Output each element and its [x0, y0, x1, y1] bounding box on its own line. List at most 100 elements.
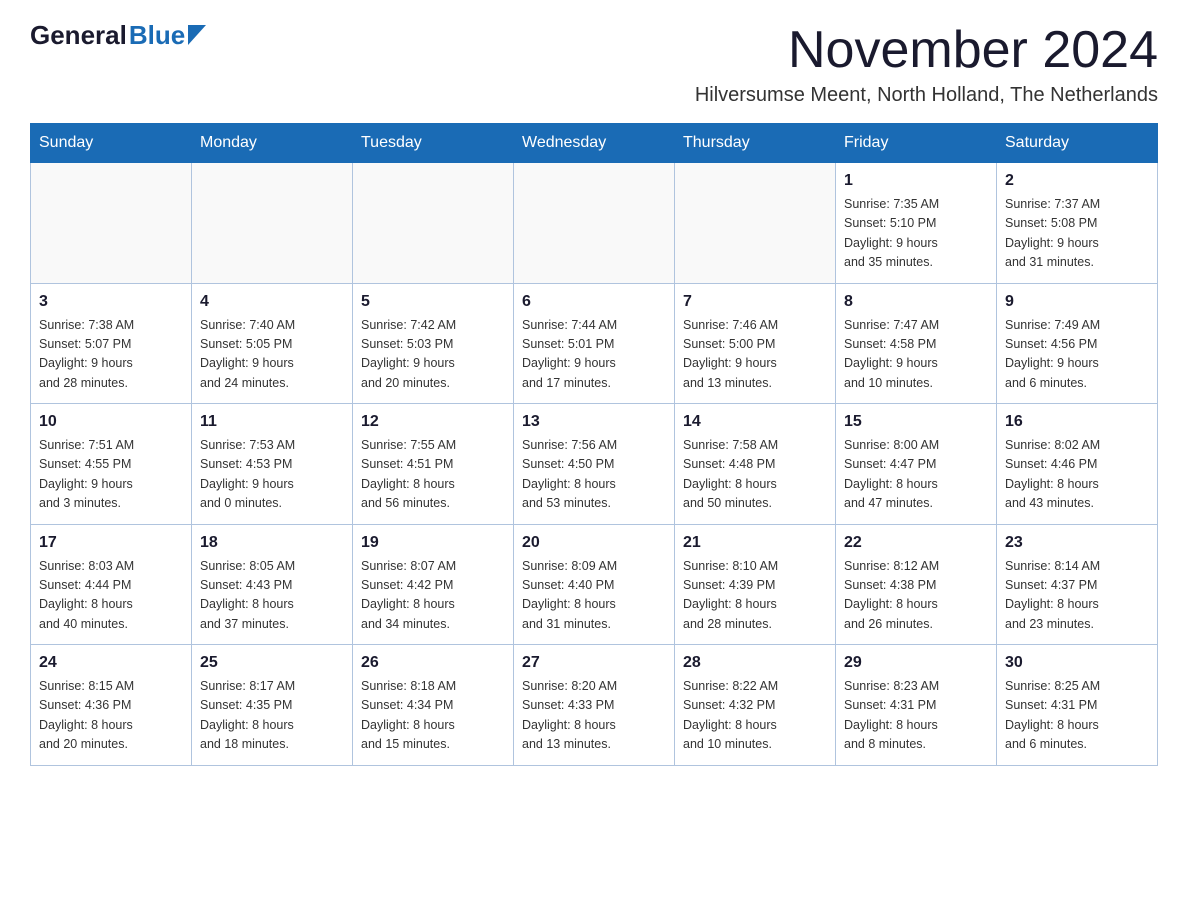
day-number: 14 [683, 410, 827, 434]
day-info: Sunrise: 7:40 AM Sunset: 5:05 PM Dayligh… [200, 316, 344, 394]
day-info: Sunrise: 8:17 AM Sunset: 4:35 PM Dayligh… [200, 677, 344, 755]
day-number: 15 [844, 410, 988, 434]
day-number: 24 [39, 651, 183, 675]
day-cell: 3Sunrise: 7:38 AM Sunset: 5:07 PM Daylig… [31, 283, 192, 404]
day-number: 29 [844, 651, 988, 675]
day-cell: 20Sunrise: 8:09 AM Sunset: 4:40 PM Dayli… [514, 524, 675, 645]
day-info: Sunrise: 8:10 AM Sunset: 4:39 PM Dayligh… [683, 557, 827, 635]
day-number: 7 [683, 290, 827, 314]
day-cell: 28Sunrise: 8:22 AM Sunset: 4:32 PM Dayli… [675, 645, 836, 766]
day-cell: 27Sunrise: 8:20 AM Sunset: 4:33 PM Dayli… [514, 645, 675, 766]
day-cell: 18Sunrise: 8:05 AM Sunset: 4:43 PM Dayli… [192, 524, 353, 645]
day-cell [514, 163, 675, 284]
week-row-4: 17Sunrise: 8:03 AM Sunset: 4:44 PM Dayli… [31, 524, 1158, 645]
weekday-header-wednesday: Wednesday [514, 124, 675, 163]
day-number: 9 [1005, 290, 1149, 314]
day-info: Sunrise: 8:14 AM Sunset: 4:37 PM Dayligh… [1005, 557, 1149, 635]
day-cell: 4Sunrise: 7:40 AM Sunset: 5:05 PM Daylig… [192, 283, 353, 404]
day-cell: 14Sunrise: 7:58 AM Sunset: 4:48 PM Dayli… [675, 404, 836, 525]
day-number: 27 [522, 651, 666, 675]
day-cell: 30Sunrise: 8:25 AM Sunset: 4:31 PM Dayli… [997, 645, 1158, 766]
day-cell: 10Sunrise: 7:51 AM Sunset: 4:55 PM Dayli… [31, 404, 192, 525]
day-number: 16 [1005, 410, 1149, 434]
day-cell: 29Sunrise: 8:23 AM Sunset: 4:31 PM Dayli… [836, 645, 997, 766]
weekday-header-friday: Friday [836, 124, 997, 163]
day-info: Sunrise: 7:58 AM Sunset: 4:48 PM Dayligh… [683, 436, 827, 514]
logo-arrow-icon [188, 25, 206, 45]
day-info: Sunrise: 7:49 AM Sunset: 4:56 PM Dayligh… [1005, 316, 1149, 394]
day-info: Sunrise: 8:09 AM Sunset: 4:40 PM Dayligh… [522, 557, 666, 635]
day-number: 4 [200, 290, 344, 314]
day-cell: 24Sunrise: 8:15 AM Sunset: 4:36 PM Dayli… [31, 645, 192, 766]
day-cell: 8Sunrise: 7:47 AM Sunset: 4:58 PM Daylig… [836, 283, 997, 404]
day-cell: 9Sunrise: 7:49 AM Sunset: 4:56 PM Daylig… [997, 283, 1158, 404]
logo: General Blue [30, 20, 206, 51]
month-year-title: November 2024 [695, 20, 1158, 80]
day-number: 22 [844, 531, 988, 555]
day-cell: 23Sunrise: 8:14 AM Sunset: 4:37 PM Dayli… [997, 524, 1158, 645]
day-info: Sunrise: 8:18 AM Sunset: 4:34 PM Dayligh… [361, 677, 505, 755]
day-info: Sunrise: 8:02 AM Sunset: 4:46 PM Dayligh… [1005, 436, 1149, 514]
day-number: 8 [844, 290, 988, 314]
calendar-table: SundayMondayTuesdayWednesdayThursdayFrid… [30, 123, 1158, 766]
title-block: November 2024 Hilversumse Meent, North H… [695, 20, 1158, 107]
logo-blue-text: Blue [129, 20, 185, 51]
day-info: Sunrise: 8:03 AM Sunset: 4:44 PM Dayligh… [39, 557, 183, 635]
day-info: Sunrise: 7:47 AM Sunset: 4:58 PM Dayligh… [844, 316, 988, 394]
day-info: Sunrise: 7:56 AM Sunset: 4:50 PM Dayligh… [522, 436, 666, 514]
day-number: 28 [683, 651, 827, 675]
day-cell: 19Sunrise: 8:07 AM Sunset: 4:42 PM Dayli… [353, 524, 514, 645]
day-cell: 21Sunrise: 8:10 AM Sunset: 4:39 PM Dayli… [675, 524, 836, 645]
day-number: 12 [361, 410, 505, 434]
day-number: 19 [361, 531, 505, 555]
day-cell [31, 163, 192, 284]
day-info: Sunrise: 8:12 AM Sunset: 4:38 PM Dayligh… [844, 557, 988, 635]
day-cell: 11Sunrise: 7:53 AM Sunset: 4:53 PM Dayli… [192, 404, 353, 525]
day-cell [675, 163, 836, 284]
week-row-5: 24Sunrise: 8:15 AM Sunset: 4:36 PM Dayli… [31, 645, 1158, 766]
day-info: Sunrise: 7:38 AM Sunset: 5:07 PM Dayligh… [39, 316, 183, 394]
day-number: 25 [200, 651, 344, 675]
day-info: Sunrise: 7:46 AM Sunset: 5:00 PM Dayligh… [683, 316, 827, 394]
day-info: Sunrise: 7:55 AM Sunset: 4:51 PM Dayligh… [361, 436, 505, 514]
weekday-header-monday: Monday [192, 124, 353, 163]
day-number: 6 [522, 290, 666, 314]
day-number: 11 [200, 410, 344, 434]
day-cell: 5Sunrise: 7:42 AM Sunset: 5:03 PM Daylig… [353, 283, 514, 404]
day-info: Sunrise: 7:51 AM Sunset: 4:55 PM Dayligh… [39, 436, 183, 514]
day-info: Sunrise: 7:44 AM Sunset: 5:01 PM Dayligh… [522, 316, 666, 394]
day-info: Sunrise: 8:23 AM Sunset: 4:31 PM Dayligh… [844, 677, 988, 755]
day-cell: 16Sunrise: 8:02 AM Sunset: 4:46 PM Dayli… [997, 404, 1158, 525]
day-cell: 12Sunrise: 7:55 AM Sunset: 4:51 PM Dayli… [353, 404, 514, 525]
day-info: Sunrise: 8:15 AM Sunset: 4:36 PM Dayligh… [39, 677, 183, 755]
day-info: Sunrise: 7:35 AM Sunset: 5:10 PM Dayligh… [844, 195, 988, 273]
day-number: 17 [39, 531, 183, 555]
day-number: 20 [522, 531, 666, 555]
day-info: Sunrise: 8:22 AM Sunset: 4:32 PM Dayligh… [683, 677, 827, 755]
day-number: 3 [39, 290, 183, 314]
day-info: Sunrise: 8:05 AM Sunset: 4:43 PM Dayligh… [200, 557, 344, 635]
week-row-2: 3Sunrise: 7:38 AM Sunset: 5:07 PM Daylig… [31, 283, 1158, 404]
day-cell: 26Sunrise: 8:18 AM Sunset: 4:34 PM Dayli… [353, 645, 514, 766]
day-number: 13 [522, 410, 666, 434]
day-number: 18 [200, 531, 344, 555]
weekday-header-thursday: Thursday [675, 124, 836, 163]
day-info: Sunrise: 8:00 AM Sunset: 4:47 PM Dayligh… [844, 436, 988, 514]
day-info: Sunrise: 8:07 AM Sunset: 4:42 PM Dayligh… [361, 557, 505, 635]
location-subtitle: Hilversumse Meent, North Holland, The Ne… [695, 84, 1158, 107]
day-cell: 13Sunrise: 7:56 AM Sunset: 4:50 PM Dayli… [514, 404, 675, 525]
day-cell [192, 163, 353, 284]
day-number: 1 [844, 169, 988, 193]
day-cell: 15Sunrise: 8:00 AM Sunset: 4:47 PM Dayli… [836, 404, 997, 525]
day-number: 2 [1005, 169, 1149, 193]
day-info: Sunrise: 8:20 AM Sunset: 4:33 PM Dayligh… [522, 677, 666, 755]
day-info: Sunrise: 7:37 AM Sunset: 5:08 PM Dayligh… [1005, 195, 1149, 273]
day-cell: 7Sunrise: 7:46 AM Sunset: 5:00 PM Daylig… [675, 283, 836, 404]
day-number: 23 [1005, 531, 1149, 555]
logo-general-text: General [30, 20, 127, 51]
weekday-header-sunday: Sunday [31, 124, 192, 163]
day-cell [353, 163, 514, 284]
day-info: Sunrise: 8:25 AM Sunset: 4:31 PM Dayligh… [1005, 677, 1149, 755]
day-cell: 6Sunrise: 7:44 AM Sunset: 5:01 PM Daylig… [514, 283, 675, 404]
weekday-header-tuesday: Tuesday [353, 124, 514, 163]
